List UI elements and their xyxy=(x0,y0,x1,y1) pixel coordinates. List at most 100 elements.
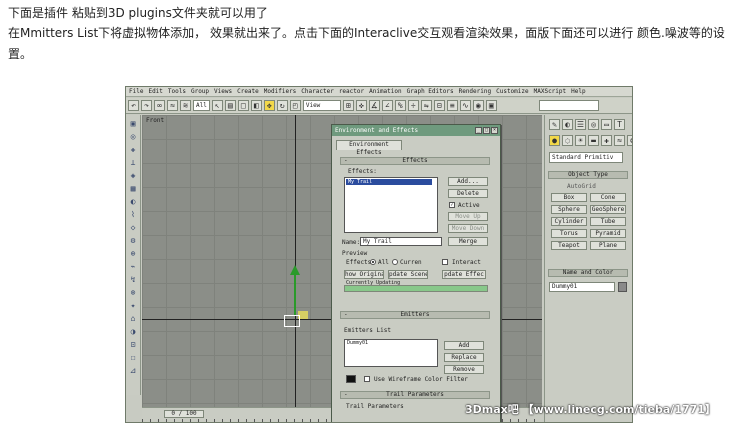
tool-icon-17[interactable]: ◑ xyxy=(128,327,139,337)
list-item[interactable]: My Trail xyxy=(346,179,432,185)
menu-character[interactable]: Character xyxy=(301,88,334,95)
pyramid-button[interactable]: Pyramid xyxy=(590,229,626,238)
menu-tools[interactable]: Tools xyxy=(168,88,186,95)
percent-snap-icon[interactable]: % xyxy=(394,100,406,111)
cylinder-button[interactable]: Cylinder xyxy=(551,217,587,226)
tool-icon-19[interactable]: ☐ xyxy=(128,353,139,363)
hierarchy-tab-icon[interactable]: ☰ xyxy=(575,119,586,130)
tool-icon-7[interactable]: ◐ xyxy=(128,197,139,207)
curve-editor-icon[interactable]: ∿ xyxy=(459,100,471,111)
add-effect-button[interactable]: Add... xyxy=(448,177,488,186)
close-icon[interactable]: × xyxy=(491,127,498,134)
tool-icon-15[interactable]: ✦ xyxy=(128,301,139,311)
helpers-icon[interactable]: ✚ xyxy=(601,135,612,146)
name-and-color-rollout[interactable]: Name and Color xyxy=(548,269,628,277)
space-warps-icon[interactable]: ≈ xyxy=(614,135,625,146)
tool-icon-11[interactable]: ⊕ xyxy=(128,249,139,259)
link-icon[interactable]: ∞ xyxy=(154,100,165,111)
object-name-field[interactable]: Dummy01 xyxy=(549,282,615,292)
geometry-icon[interactable]: ● xyxy=(549,135,560,146)
scale-icon[interactable]: ◰ xyxy=(289,100,301,111)
tool-icon-12[interactable]: ⌁ xyxy=(128,262,139,272)
display-tab-icon[interactable]: ▭ xyxy=(601,119,612,130)
menu-animation[interactable]: Animation xyxy=(369,88,402,95)
delete-effect-button[interactable]: Delete xyxy=(448,189,488,198)
torus-button[interactable]: Torus xyxy=(551,229,587,238)
modify-tab-icon[interactable]: ◐ xyxy=(562,119,573,130)
move-gizmo-y-axis[interactable] xyxy=(294,275,296,315)
primitive-type-dropdown[interactable]: Standard Primitiv xyxy=(549,152,623,163)
current-radio[interactable] xyxy=(392,259,398,265)
menu-views[interactable]: Views xyxy=(214,88,232,95)
show-original-button[interactable]: how Original xyxy=(344,270,384,279)
material-editor-icon[interactable]: ◉ xyxy=(472,100,484,111)
interactive-checkbox[interactable] xyxy=(442,259,448,265)
emitters-list[interactable]: Dummy01 xyxy=(344,339,438,367)
tool-icon-16[interactable]: ⌂ xyxy=(128,314,139,324)
manipulate-icon[interactable]: ✜ xyxy=(355,100,367,111)
snap-icon[interactable]: ∡ xyxy=(368,100,380,111)
spinner-snap-icon[interactable]: ÷ xyxy=(407,100,419,111)
angle-snap-icon[interactable]: ∠ xyxy=(381,100,393,111)
menu-help[interactable]: Help xyxy=(571,88,585,95)
reference-coordinate-dropdown[interactable]: View xyxy=(302,100,341,111)
tool-icon-9[interactable]: ◇ xyxy=(128,223,139,233)
teapot-button[interactable]: Teapot xyxy=(551,241,587,250)
tool-icon-14[interactable]: ⊗ xyxy=(128,288,139,298)
tool-icon-1[interactable]: ▣ xyxy=(128,119,139,129)
menu-file[interactable]: File xyxy=(129,88,143,95)
effects-rollout[interactable]: - Effects xyxy=(340,157,490,165)
dummy-object[interactable] xyxy=(284,315,300,327)
emitters-rollout[interactable]: - Emitters xyxy=(340,311,490,319)
align-icon[interactable]: ⊟ xyxy=(433,100,445,111)
utilities-tab-icon[interactable]: T xyxy=(614,119,625,130)
menu-create[interactable]: Create xyxy=(237,88,259,95)
environment-effects-tab[interactable]: Environment Effects xyxy=(336,140,402,156)
menu-maxscript[interactable]: MAXScript xyxy=(534,88,567,95)
motion-tab-icon[interactable]: ◎ xyxy=(588,119,599,130)
tool-icon-2[interactable]: ◎ xyxy=(128,132,139,142)
cone-button[interactable]: Cone xyxy=(590,193,626,202)
tool-icon-10[interactable]: ⚙ xyxy=(128,236,139,246)
dialog-title-bar[interactable]: Environment and Effects _ □ × xyxy=(332,125,500,136)
plane-button[interactable]: Plane xyxy=(590,241,626,250)
menu-edit[interactable]: Edit xyxy=(148,88,162,95)
sphere-button[interactable]: Sphere xyxy=(551,205,587,214)
maximize-icon[interactable]: □ xyxy=(483,127,490,134)
create-tab-icon[interactable]: ✎ xyxy=(549,119,560,130)
tool-icon-4[interactable]: ⊥ xyxy=(128,158,139,168)
lights-icon[interactable]: ☀ xyxy=(575,135,586,146)
replace-emitter-button[interactable]: Replace xyxy=(444,353,484,362)
menu-customize[interactable]: Customize xyxy=(496,88,529,95)
menu-modifiers[interactable]: Modifiers xyxy=(264,88,297,95)
selection-filter-dropdown[interactable]: All xyxy=(193,100,210,111)
move-down-button[interactable]: Move Down xyxy=(448,224,488,233)
tool-icon-20[interactable]: ⊿ xyxy=(128,366,139,376)
box-button[interactable]: Box xyxy=(551,193,587,202)
minimize-icon[interactable]: _ xyxy=(475,127,482,134)
add-emitter-button[interactable]: Add xyxy=(444,341,484,350)
shapes-icon[interactable]: ◌ xyxy=(562,135,573,146)
undo-icon[interactable]: ↶ xyxy=(128,100,139,111)
effect-name-field[interactable]: My Trail xyxy=(360,237,442,246)
named-selection-dropdown[interactable] xyxy=(538,100,599,111)
layer-icon[interactable]: ≡ xyxy=(446,100,458,111)
systems-icon[interactable]: ⚙ xyxy=(627,135,632,146)
list-item[interactable]: Dummy01 xyxy=(345,340,437,346)
geosphere-button[interactable]: GeoSphere xyxy=(590,205,626,214)
select-object-icon[interactable]: ↖ xyxy=(211,100,223,111)
time-slider[interactable]: 0 / 100 xyxy=(164,410,204,418)
move-up-button[interactable]: Move Up xyxy=(448,212,488,221)
update-scene-button[interactable]: pdate Scene xyxy=(388,270,428,279)
tool-icon-18[interactable]: ⊡ xyxy=(128,340,139,350)
viewport-label[interactable]: Front xyxy=(146,117,164,124)
tool-icon-8[interactable]: ⌇ xyxy=(128,210,139,220)
menu-reactor[interactable]: reactor xyxy=(339,88,364,95)
autogrid-checkbox[interactable]: AutoGrid xyxy=(567,183,596,190)
select-region-icon[interactable]: □ xyxy=(237,100,249,111)
menu-rendering[interactable]: Rendering xyxy=(459,88,492,95)
tube-button[interactable]: Tube xyxy=(590,217,626,226)
object-type-rollout[interactable]: Object Type xyxy=(548,171,628,179)
cameras-icon[interactable]: ▬ xyxy=(588,135,599,146)
move-icon[interactable]: ✥ xyxy=(263,100,275,111)
